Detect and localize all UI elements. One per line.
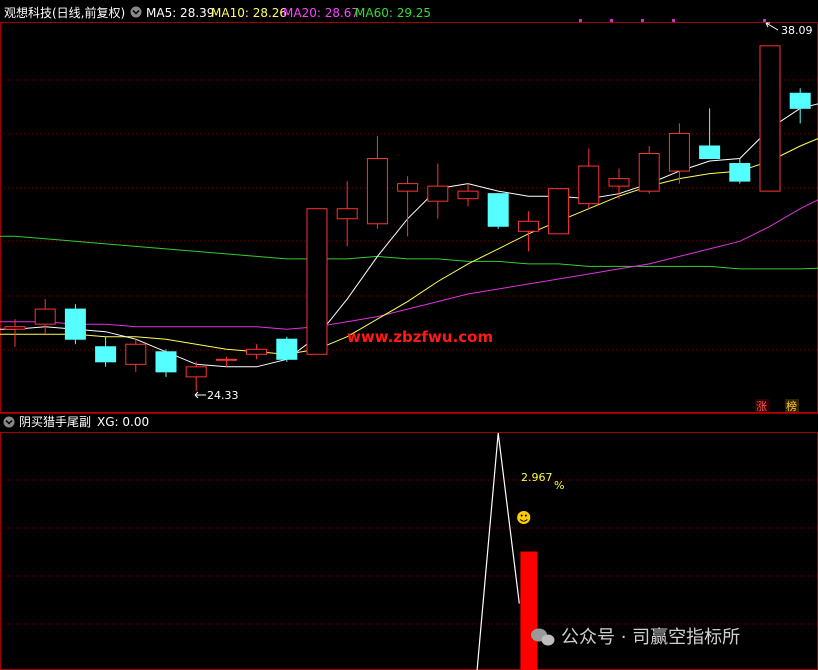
candle-body-up [185,366,207,378]
main-title: 观想科技(日线,前复权) [4,5,125,20]
ma5-label: MA5: 28.39 [146,6,214,20]
candle-body-up [427,185,449,202]
footer-watermark: 公众号 · 司赢空指标所 [561,626,740,648]
sub-menu-chevron-icon[interactable] [3,416,15,428]
low-arrow-icon [194,391,206,399]
candle-26 [789,88,811,124]
candle-body-up [34,308,56,325]
site-watermark: www.zbzfwu.com [347,328,493,346]
high-price-label: 38.09 [781,24,813,37]
candle-11 [336,181,358,247]
ma5-line [0,100,818,368]
candle-3 [95,336,117,367]
top-markers [579,19,766,22]
stock-chart: 观想科技(日线,前复权) MA5: 28.39 MA10: 28.26 MA20… [0,5,818,670]
candle-body-up [306,208,328,355]
menu-chevron-icon[interactable] [130,6,142,18]
candle-0 [4,319,26,347]
percent-unit: % [554,479,564,492]
candle-1 [34,299,56,335]
candle-5 [155,349,177,377]
percent-value: 2.967 [521,471,553,484]
candle-22 [668,123,690,184]
candle-body-down [699,145,721,160]
smiley-icon: ☻ [516,509,532,527]
candle-14 [427,163,449,219]
candle-23 [699,108,721,160]
candle-12 [366,135,388,229]
candle-body-down [155,351,177,373]
sub-title: 阴买猎手尾副 [19,415,91,429]
grid-lines [0,79,818,625]
candle-body-down [64,308,86,340]
candle-body-down [95,346,117,363]
candle-6 [185,361,207,392]
badge-bang[interactable]: 榜 [786,399,797,413]
candle-body-up [638,153,660,192]
candle-4 [125,339,147,372]
candle-8 [246,344,268,360]
ma10-line [0,132,818,355]
candle-19 [578,148,600,209]
xg-label: XG: 0.00 [97,415,149,429]
ma60-label: MA60: 29.25 [355,6,431,20]
candle-body-up [397,183,419,192]
candle-9 [276,336,298,362]
candle-body-up [215,358,237,361]
candle-body-down [729,163,751,182]
candle-body-down [789,92,811,109]
candle-body-up [366,158,388,225]
indicator-plot [476,432,538,670]
candle-body-up [517,220,539,232]
candle-17 [517,211,539,252]
candle-body-up [4,326,26,330]
low-price-label: 24.33 [207,389,239,402]
candle-25 [759,45,781,192]
ma20-label: MA20: 28.67 [283,6,359,20]
high-arrow-icon [765,22,779,31]
badge-zhang[interactable]: 涨 [756,400,767,413]
candle-7 [215,356,237,367]
ma20-line [0,193,818,330]
ma10-label: MA10: 28.26 [211,6,287,20]
candle-24 [729,158,751,184]
candle-body-up [668,132,690,172]
candle-body-up [125,343,147,365]
candle-18 [548,188,570,235]
indicator-line [476,432,520,670]
candle-2 [64,304,86,345]
candle-body-up [336,208,358,220]
candle-body-up [548,188,570,235]
candle-body-down [276,338,298,360]
candle-15 [457,183,479,207]
candle-21 [638,145,660,194]
candle-body-up [578,165,600,205]
indicator-bar [520,551,538,670]
candle-body-up [608,178,630,187]
candle-body-down [487,193,509,227]
candle-body-up [457,190,479,200]
candle-body-up [759,45,781,192]
candle-body-up [246,348,268,355]
moving-average-lines [0,100,818,368]
candle-10 [306,208,328,355]
candle-16 [487,193,509,229]
